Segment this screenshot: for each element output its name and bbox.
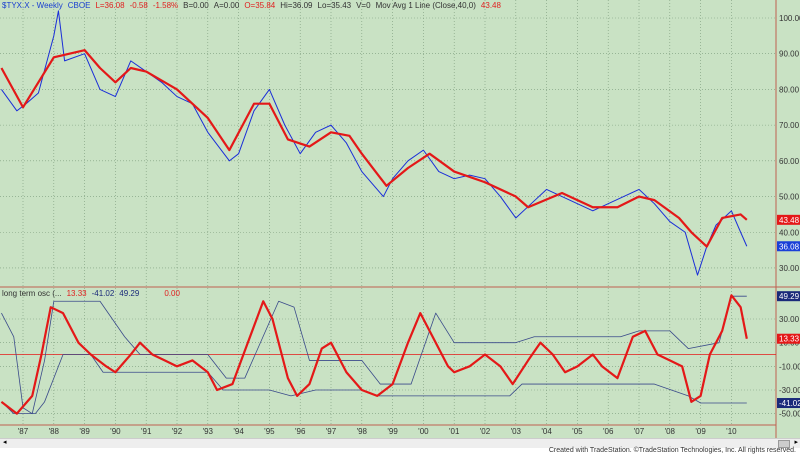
x-tick-label: '98: [357, 427, 368, 436]
y-tick-label: 50.00: [779, 193, 800, 202]
bid: B=0.00: [183, 1, 209, 10]
osc-header: long term osc (... 13.33 -41.02 49.29 0.00: [2, 289, 185, 298]
volume: V=0: [356, 1, 371, 10]
y-tick-label: 40.00: [779, 228, 800, 237]
y-tick-label: -50.00: [779, 410, 800, 419]
x-tick-label: '01: [449, 427, 460, 436]
x-tick-label: '88: [49, 427, 60, 436]
x-tick-label: '93: [203, 427, 214, 436]
pct-change: -1.58%: [152, 1, 179, 10]
x-tick-label: '91: [141, 427, 152, 436]
osc-value-flag: 13.33: [779, 335, 800, 344]
high: Hi=36.09: [280, 1, 313, 10]
osc-name: long term osc (...: [2, 289, 62, 298]
y-tick-label: -30.00: [779, 386, 800, 395]
x-tick-label: '89: [79, 427, 90, 436]
x-tick-label: '03: [511, 427, 522, 436]
upper-band-value: 49.29: [119, 289, 140, 298]
y-tick-label: 90.00: [779, 50, 800, 59]
symbol-label: $TYX.X - Weekly: [2, 1, 63, 10]
x-tick-label: '94: [233, 427, 244, 436]
y-tick-label: -10.00: [779, 362, 800, 371]
x-tick-label: '97: [326, 427, 337, 436]
tradestation-chart: '87 '88 '89 '90 '91 '92 '93 '94 '95 '96 '97 '98 '99 '…: [0, 0, 800, 457]
x-tick-label: '06: [603, 427, 614, 436]
x-tick-label: '90: [110, 427, 121, 436]
exchange-label: CBOE: [67, 1, 91, 10]
zero-line-value: 0.00: [164, 289, 180, 298]
y-tick-label: 60.00: [779, 157, 800, 166]
net-change: -0.58: [129, 1, 148, 10]
chart-canvas[interactable]: '87 '88 '89 '90 '91 '92 '93 '94 '95 '96 '97 '98 '99 '…: [0, 0, 800, 457]
x-tick-label: '99: [387, 427, 398, 436]
upper-band-flag: 49.29: [779, 292, 800, 301]
open: O=35.84: [244, 1, 276, 10]
ma-value-flag: 43.48: [779, 216, 800, 225]
x-tick-label: '04: [541, 427, 552, 436]
x-tick-label: '10: [726, 427, 737, 436]
ask: A=0.00: [213, 1, 240, 10]
lower-band-flag: -41.02: [779, 399, 800, 408]
last-price-flag: 36.08: [779, 242, 800, 251]
study-value: 43.48: [480, 1, 501, 10]
low: Lo=35.43: [317, 1, 352, 10]
y-tick-label: 30.00: [779, 264, 800, 273]
x-tick-label: '08: [665, 427, 676, 436]
x-tick-label: '87: [18, 427, 29, 436]
x-tick-label: '92: [172, 427, 183, 436]
x-tick-label: '96: [295, 427, 306, 436]
x-tick-label: '95: [264, 427, 275, 436]
x-tick-label: '09: [695, 427, 706, 436]
lower-band-value: -41.02: [91, 289, 115, 298]
y-tick-label: 80.00: [779, 85, 800, 94]
osc-value: 13.33: [66, 289, 87, 298]
x-tick-label: '07: [634, 427, 645, 436]
x-tick-label: '00: [418, 427, 429, 436]
x-tick-label: '05: [572, 427, 583, 436]
y-tick-label: 30.00: [779, 315, 800, 324]
price-header: $TYX.X - Weekly CBOE L=36.08 -0.58 -1.58% B=0…: [2, 1, 506, 10]
y-tick-label: 70.00: [779, 121, 800, 130]
study-name: Mov Avg 1 Line (Close,40,0): [375, 1, 476, 10]
scroll-right-icon[interactable]: ▸: [794, 438, 798, 446]
scroll-left-icon[interactable]: ◂: [3, 438, 7, 446]
x-tick-label: '02: [480, 427, 491, 436]
footer-credit: Created with TradeStation. ©TradeStation…: [548, 447, 796, 454]
last-price: L=36.08: [95, 1, 125, 10]
y-tick-label: 100.00: [779, 14, 800, 23]
